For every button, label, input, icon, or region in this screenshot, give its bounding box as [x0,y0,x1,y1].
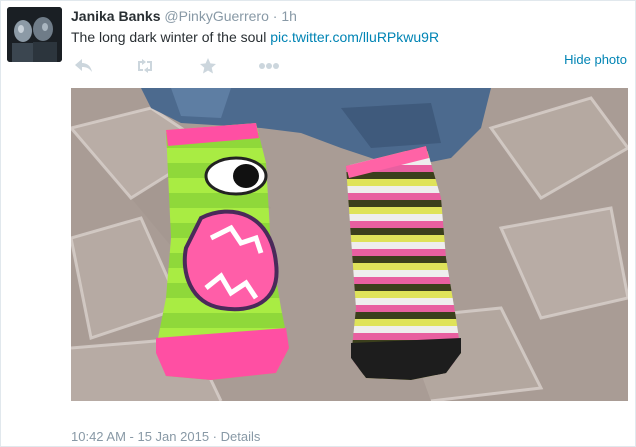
reply-icon [75,59,92,72]
reply-button[interactable] [73,56,95,76]
retweet-button[interactable] [133,56,157,76]
tweet-actions [71,56,631,76]
tweet-timestamp[interactable]: 10:42 AM - 15 Jan 2015 [71,429,209,444]
socks-photo [71,88,628,401]
star-icon [200,58,216,74]
tweet-header: Janika Banks @PinkyGuerrero · 1h [71,7,297,25]
details-link[interactable]: Details [221,429,261,444]
tweet-text: The long dark winter of the soul pic.twi… [71,28,439,46]
author-handle[interactable]: @PinkyGuerrero [164,8,268,24]
tweet-photo[interactable] [71,88,628,401]
author-name[interactable]: Janika Banks [71,8,161,24]
retweet-icon [138,59,152,73]
favorite-button[interactable] [197,56,219,76]
header-separator: · [272,8,278,24]
tweet-card: Janika Banks @PinkyGuerrero · 1h The lon… [0,0,636,447]
avatar[interactable] [7,7,62,62]
photo-link[interactable]: pic.twitter.com/lluRPkwu9R [270,29,439,45]
more-icon [259,63,279,69]
avatar-image [7,7,62,62]
tweet-footer: 10:42 AM - 15 Jan 2015 · Details [71,429,260,444]
more-button[interactable] [257,56,281,76]
tweet-body: The long dark winter of the soul [71,29,267,45]
tweet-time[interactable]: 1h [281,8,297,24]
hide-photo-link[interactable]: Hide photo [564,52,627,67]
footer-separator: · [212,429,218,444]
